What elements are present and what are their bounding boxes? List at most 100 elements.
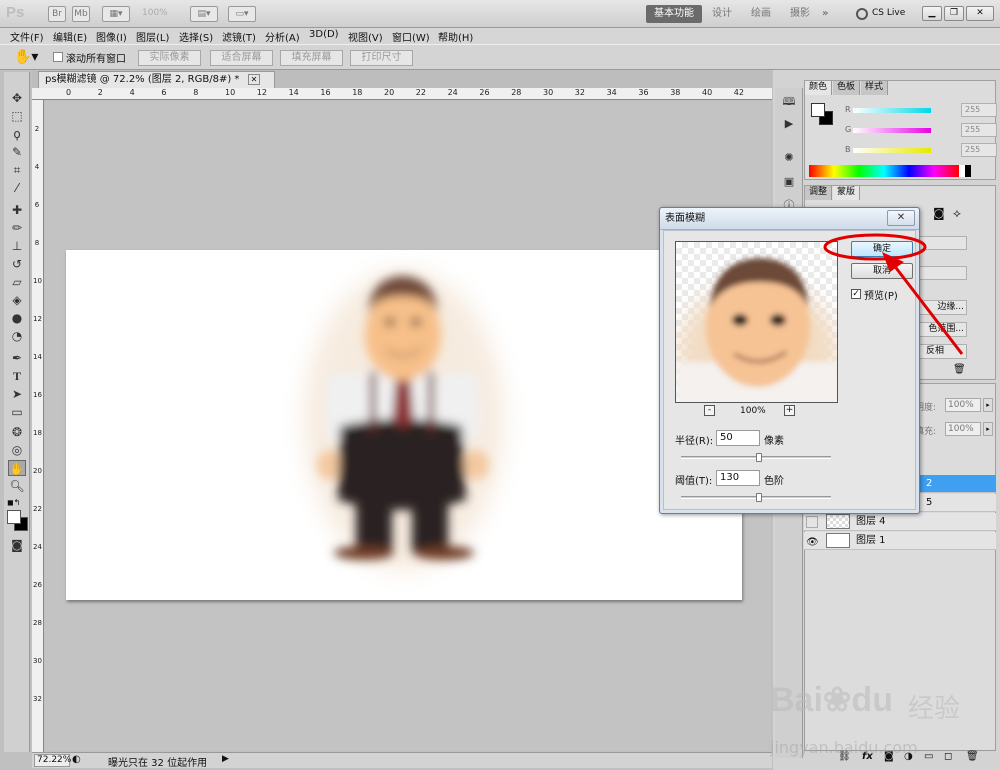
cslive-label[interactable]: CS Live — [872, 8, 905, 18]
green-slider-row[interactable]: G 255 — [845, 123, 997, 137]
workspace-photography[interactable]: 摄影 — [782, 5, 818, 23]
red-track[interactable] — [853, 108, 931, 113]
clone-source-icon[interactable]: ▣ — [780, 174, 798, 190]
threshold-input[interactable]: 130 — [716, 470, 760, 486]
zoom-level-display[interactable]: 100% — [142, 8, 168, 18]
menu-file[interactable]: 文件(F) — [10, 29, 44, 44]
pen-tool-icon[interactable]: ✒ — [8, 350, 26, 366]
status-options-icon[interactable]: ◐ — [72, 754, 81, 765]
eraser-tool-icon[interactable]: ▱ — [8, 274, 26, 290]
view-extras-icon[interactable]: ▦▾ — [102, 6, 130, 22]
threshold-slider[interactable] — [681, 493, 831, 502]
eye-icon[interactable]: 👁︎ — [806, 534, 819, 551]
document-tab[interactable]: ps模糊滤镜 @ 72.2% (图层 2, RGB/8#) * ✕ — [38, 71, 276, 88]
tab-styles[interactable]: 样式 — [861, 81, 889, 95]
bridge-icon[interactable]: Br — [48, 6, 66, 22]
tab-swatches[interactable]: 色板 — [833, 81, 861, 95]
opacity-field[interactable]: 100% — [945, 398, 981, 412]
crop-tool-icon[interactable]: ⌗ — [8, 162, 26, 178]
radius-slider-thumb[interactable] — [756, 453, 762, 462]
pixel-mask-icon[interactable]: ◙ — [933, 206, 945, 220]
black-swatch[interactable] — [965, 165, 971, 177]
workspace-essentials[interactable]: 基本功能 — [646, 5, 702, 23]
menu-window[interactable]: 窗口(W) — [392, 29, 430, 44]
red-value[interactable]: 255 — [961, 103, 997, 117]
blue-track[interactable] — [853, 148, 931, 153]
filter-preview[interactable] — [675, 241, 838, 403]
hand-tool-preset-icon[interactable]: ✋▾ — [14, 49, 38, 65]
blue-value[interactable]: 255 — [961, 143, 997, 157]
actions-panel-icon[interactable]: ▶ — [780, 116, 798, 132]
hand-tool-icon[interactable]: ✋ — [8, 460, 26, 476]
menu-3d[interactable]: 3D(D) — [309, 29, 339, 40]
history-brush-icon[interactable]: ↺ — [8, 256, 26, 272]
layer-row[interactable]: 👁︎ 图层 1 — [804, 532, 996, 550]
healing-brush-icon[interactable]: ✚ — [8, 202, 26, 218]
dodge-tool-icon[interactable]: ◔ — [8, 328, 26, 344]
red-slider-row[interactable]: R 255 — [845, 103, 997, 117]
lasso-tool-icon[interactable]: ϙ — [8, 126, 26, 142]
minibridge-icon[interactable]: Mb — [72, 6, 90, 22]
status-menu-icon[interactable]: ▶ — [222, 754, 229, 764]
radius-slider[interactable] — [681, 453, 831, 462]
zoom-in-icon[interactable]: + — [784, 405, 795, 416]
foreground-color-swatch[interactable] — [7, 510, 21, 524]
menu-select[interactable]: 选择(S) — [179, 29, 213, 44]
quick-select-tool-icon[interactable]: ✎ — [8, 144, 26, 160]
blue-slider-row[interactable]: B 255 — [845, 143, 997, 157]
status-zoom-field[interactable]: 72.22% — [34, 754, 71, 767]
green-value[interactable]: 255 — [961, 123, 997, 137]
radius-input[interactable]: 50 — [716, 430, 760, 446]
screen-mode-icon[interactable]: ▭▾ — [228, 6, 256, 22]
menu-filter[interactable]: 滤镜(T) — [222, 29, 256, 44]
dialog-close-icon[interactable]: ✕ — [887, 210, 915, 226]
paint-bucket-icon[interactable]: ◈ — [8, 292, 26, 308]
threshold-slider-thumb[interactable] — [756, 493, 762, 502]
layer-row[interactable]: 图层 4 — [804, 513, 996, 531]
zoom-out-icon[interactable]: - — [704, 405, 715, 416]
stamp-tool-icon[interactable]: ⊥ — [8, 238, 26, 254]
history-panel-icon[interactable]: 🕮︎ — [780, 94, 798, 110]
document-close-icon[interactable]: ✕ — [247, 74, 261, 85]
brush-tool-icon[interactable]: ✏ — [8, 220, 26, 236]
marquee-tool-icon[interactable]: ⬚ — [8, 108, 26, 124]
menu-image[interactable]: 图像(I) — [96, 29, 127, 44]
brush-panel-icon[interactable]: ✺ — [780, 150, 798, 166]
eyedropper-tool-icon[interactable]: ⁄ — [8, 180, 26, 196]
move-tool-icon[interactable]: ✥ — [8, 90, 26, 106]
type-tool-icon[interactable]: T — [8, 368, 26, 384]
fill-menu-icon[interactable]: ▸ — [983, 422, 993, 436]
zoom-tool-icon[interactable]: 🔍︎ — [8, 478, 26, 494]
quick-mask-icon[interactable]: ◙ — [8, 537, 26, 553]
workspace-overflow-icon[interactable]: » — [814, 5, 836, 23]
minimize-icon[interactable]: ▁ — [922, 6, 942, 21]
restore-icon[interactable]: ❐ — [944, 6, 964, 21]
vector-mask-icon[interactable]: ⟡ — [953, 206, 961, 221]
blur-tool-icon[interactable]: ● — [8, 310, 26, 326]
scroll-all-windows-checkbox[interactable] — [53, 52, 63, 62]
opacity-menu-icon[interactable]: ▸ — [983, 398, 993, 412]
workspace-design[interactable]: 设计 — [704, 5, 740, 23]
fill-screen-button[interactable]: 填充屏幕 — [280, 50, 343, 66]
tab-masks[interactable]: 蒙版 — [833, 186, 861, 200]
color-spectrum-ramp[interactable] — [809, 165, 959, 177]
green-track[interactable] — [853, 128, 931, 133]
path-select-icon[interactable]: ➤ — [8, 386, 26, 402]
print-size-button[interactable]: 打印尺寸 — [350, 50, 413, 66]
fill-field[interactable]: 100% — [945, 422, 981, 436]
menu-analysis[interactable]: 分析(A) — [265, 29, 300, 44]
close-icon[interactable]: ✕ — [966, 6, 994, 21]
visibility-toggle[interactable] — [806, 516, 818, 528]
menu-help[interactable]: 帮助(H) — [438, 29, 473, 44]
fit-screen-button[interactable]: 适合屏幕 — [210, 50, 273, 66]
3d-rotate-icon[interactable]: ❂ — [8, 424, 26, 440]
tab-color[interactable]: 颜色 — [805, 81, 833, 95]
menu-layer[interactable]: 图层(L) — [136, 29, 169, 44]
menu-view[interactable]: 视图(V) — [348, 29, 383, 44]
color-fg-swatch[interactable] — [811, 103, 825, 117]
3d-orbit-icon[interactable]: ◎ — [8, 442, 26, 458]
shape-tool-icon[interactable]: ▭ — [8, 404, 26, 420]
menu-edit[interactable]: 编辑(E) — [53, 29, 87, 44]
default-colors-icon[interactable]: ◼↰ — [7, 498, 20, 507]
document-canvas[interactable] — [66, 250, 742, 600]
